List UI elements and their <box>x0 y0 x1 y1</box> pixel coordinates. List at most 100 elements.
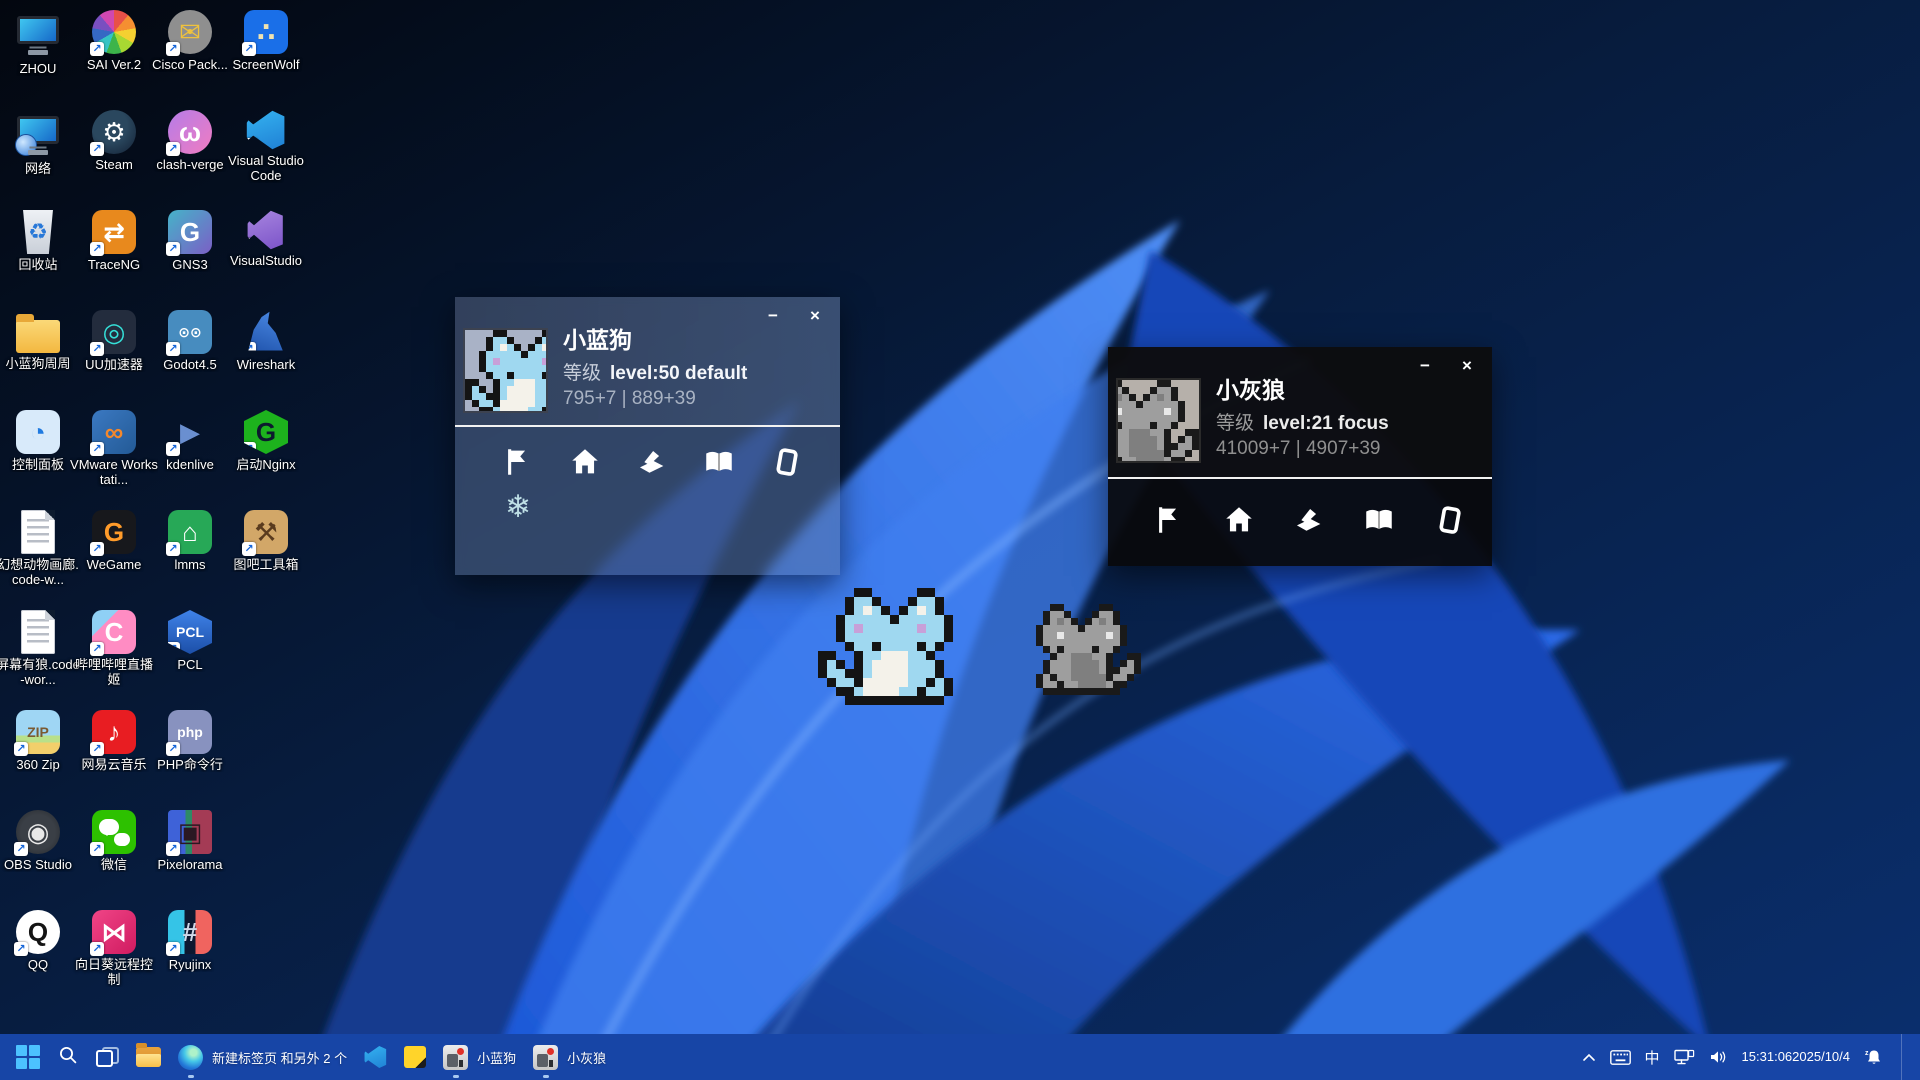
desktop-icon-godot[interactable]: ⊙⊙↗Godot4.5 <box>152 306 228 406</box>
tile-glyph: ⌂ <box>182 519 198 545</box>
ime-indicator[interactable]: 中 <box>1645 1047 1660 1068</box>
desktop-icon-pixelorama[interactable]: ▣↗Pixelorama <box>152 806 228 906</box>
desktop-icon-fantasy-animal-gallery-workspace[interactable]: 幻想动物画廊.code-w... <box>0 506 76 606</box>
shortcut-arrow-icon: ↗ <box>90 242 104 256</box>
recycle-bin-icon: ♻ <box>21 210 55 254</box>
desktop-icon-vmware-workstation[interactable]: ∞↗VMware Workstati... <box>76 406 152 506</box>
shortcut-arrow-icon: ↗ <box>242 342 256 356</box>
tile-glyph: G <box>256 419 276 445</box>
hidden-icons-chevron[interactable] <box>1582 1052 1596 1063</box>
desktop-icon-zhou[interactable]: ZHOU <box>0 6 76 106</box>
task-view-button[interactable] <box>96 1034 119 1080</box>
home-icon[interactable] <box>568 445 602 479</box>
touch-keyboard-icon[interactable] <box>1610 1050 1631 1065</box>
desktop-icon-wireshark[interactable]: ↗Wireshark <box>228 306 304 406</box>
tile-glyph: ⚙ <box>102 119 125 145</box>
close-button[interactable]: × <box>1456 356 1478 376</box>
tray-date: 2025/10/4 <box>1792 1049 1850 1065</box>
flag-icon[interactable] <box>501 445 535 479</box>
file-explorer-button[interactable] <box>136 1034 161 1080</box>
tile-glyph: C <box>105 619 124 645</box>
blue-dog-avatar <box>463 328 548 413</box>
minimize-button[interactable]: − <box>1414 356 1436 376</box>
shortcut-arrow-icon: ↗ <box>90 542 104 556</box>
desktop-icon-tuba-toolbox[interactable]: ⚒↗图吧工具箱 <box>228 506 304 606</box>
tile-glyph: G <box>104 519 124 545</box>
desktop-icon-360zip[interactable]: ZIP↗360 Zip <box>0 706 76 806</box>
desktop-icon-recycle-bin[interactable]: ♻回收站 <box>0 206 76 306</box>
tile-glyph: # <box>183 919 197 945</box>
desktop-icon-visual-studio[interactable]: ↗VisualStudio <box>228 206 304 306</box>
show-desktop-button[interactable] <box>1901 1034 1906 1080</box>
desktop-icon-screen-wolf-workspace[interactable]: 屏幕有狼.code-wor... <box>0 606 76 706</box>
flag-icon[interactable] <box>1152 503 1186 537</box>
desktop-icon-traceng[interactable]: ⇄↗TraceNG <box>76 206 152 306</box>
desktop-icon-kdenlive[interactable]: ▶↗kdenlive <box>152 406 228 506</box>
desktop-icon-clash-verge[interactable]: ω↗clash-verge <box>152 106 228 206</box>
desktop-icon-gns3[interactable]: G↗GNS3 <box>152 206 228 306</box>
desktop-icon-pcl[interactable]: PCL↗PCL <box>152 606 228 706</box>
kdenlive-icon: ▶↗ <box>168 410 212 454</box>
close-button[interactable]: × <box>804 306 826 326</box>
tray-time: 15:31:06 <box>1742 1049 1793 1065</box>
pet-grey-wolf-window-button[interactable]: 小灰狼 <box>533 1034 606 1080</box>
desktop-icon-php-cli[interactable]: php↗PHP命令行 <box>152 706 228 806</box>
desktop-icon-lmms[interactable]: ⌂↗lmms <box>152 506 228 606</box>
blue-dog-weekly-folder-icon <box>16 320 60 353</box>
notes-button[interactable] <box>404 1034 426 1080</box>
level-value: level:50 default <box>610 363 747 384</box>
desktop-icon-screenwolf[interactable]: ∴↗ScreenWolf <box>228 6 304 106</box>
shortcut-arrow-icon: ↗ <box>14 842 28 856</box>
write-icon[interactable] <box>635 445 669 479</box>
grey-wolf-pet[interactable] <box>1022 604 1141 700</box>
desktop-icon-label: Wireshark <box>222 357 310 372</box>
pet-blue-dog-window-button[interactable]: 小蓝狗 <box>443 1034 516 1080</box>
running-indicator <box>453 1075 459 1078</box>
home-icon[interactable] <box>1222 503 1256 537</box>
360zip-icon: ZIP↗ <box>16 710 60 754</box>
desktop: ZHOU网络♻回收站小蓝狗周周◔控制面板幻想动物画廊.code-w...屏幕有狼… <box>0 0 1920 1080</box>
desktop-icon-bilibili-live[interactable]: C↗哔哩哔哩直播姬 <box>76 606 152 706</box>
desktop-icon-network[interactable]: 网络 <box>0 106 76 206</box>
cards-icon[interactable] <box>769 445 803 479</box>
pet-grey-wolf-window-button-label: 小灰狼 <box>567 1048 606 1067</box>
desktop-icon-uu-booster[interactable]: ◎↗UU加速器 <box>76 306 152 406</box>
desktop-icon-qq[interactable]: Q↗QQ <box>0 906 76 1006</box>
snowflake-icon[interactable]: ❄ <box>505 489 531 525</box>
tile-glyph: ⇄ <box>103 219 125 245</box>
book-icon[interactable] <box>1362 503 1396 537</box>
desktop-icon-control-panel[interactable]: ◔控制面板 <box>0 406 76 506</box>
search-button[interactable] <box>57 1034 79 1080</box>
blue-dog-pet[interactable] <box>818 588 971 710</box>
minimize-button[interactable]: − <box>762 306 784 326</box>
desktop-icon-label: clash-verge <box>146 157 234 172</box>
cards-icon[interactable] <box>1432 503 1466 537</box>
volume-icon[interactable] <box>1709 1049 1728 1065</box>
desktop-icon-sunflower-remote[interactable]: ⋈↗向日葵远程控制 <box>76 906 152 1006</box>
start-button[interactable] <box>16 1034 40 1080</box>
obs-studio-icon: ◉↗ <box>16 810 60 854</box>
tile-glyph: ZIP <box>27 725 49 739</box>
tile-glyph: ⋈ <box>101 919 127 945</box>
desktop-icon-obs-studio[interactable]: ◉↗OBS Studio <box>0 806 76 906</box>
write-icon[interactable] <box>1292 503 1326 537</box>
vscode-button[interactable] <box>364 1034 387 1080</box>
notification-bell-icon[interactable]: z <box>1864 1048 1883 1066</box>
globe-icon <box>15 134 37 156</box>
desktop-icon-start-nginx[interactable]: G↗启动Nginx <box>228 406 304 506</box>
desktop-icon-visual-studio-code[interactable]: ↗Visual Studio Code <box>228 106 304 206</box>
desktop-icon-cisco-packet-tracer[interactable]: ✉↗Cisco Pack... <box>152 6 228 106</box>
book-icon[interactable] <box>702 445 736 479</box>
uu-booster-icon: ◎↗ <box>92 310 136 354</box>
desktop-icon-wechat[interactable]: ↗微信 <box>76 806 152 906</box>
clock[interactable]: 15:31:06 2025/10/4 <box>1742 1049 1850 1065</box>
desktop-icon-sai-ver2[interactable]: ↗SAI Ver.2 <box>76 6 152 106</box>
desktop-icon-blue-dog-weekly-folder[interactable]: 小蓝狗周周 <box>0 306 76 406</box>
desktop-icon-netease-cloud-music[interactable]: ♪↗网易云音乐 <box>76 706 152 806</box>
desktop-icon-ryujinx[interactable]: #↗Ryujinx <box>152 906 228 1006</box>
steam-icon: ⚙↗ <box>92 110 136 154</box>
network-icon[interactable] <box>1674 1049 1695 1066</box>
desktop-icon-wegame[interactable]: G↗WeGame <box>76 506 152 606</box>
edge-window-button[interactable]: 新建标签页 和另外 2 个 <box>178 1034 347 1080</box>
desktop-icon-steam[interactable]: ⚙↗Steam <box>76 106 152 206</box>
